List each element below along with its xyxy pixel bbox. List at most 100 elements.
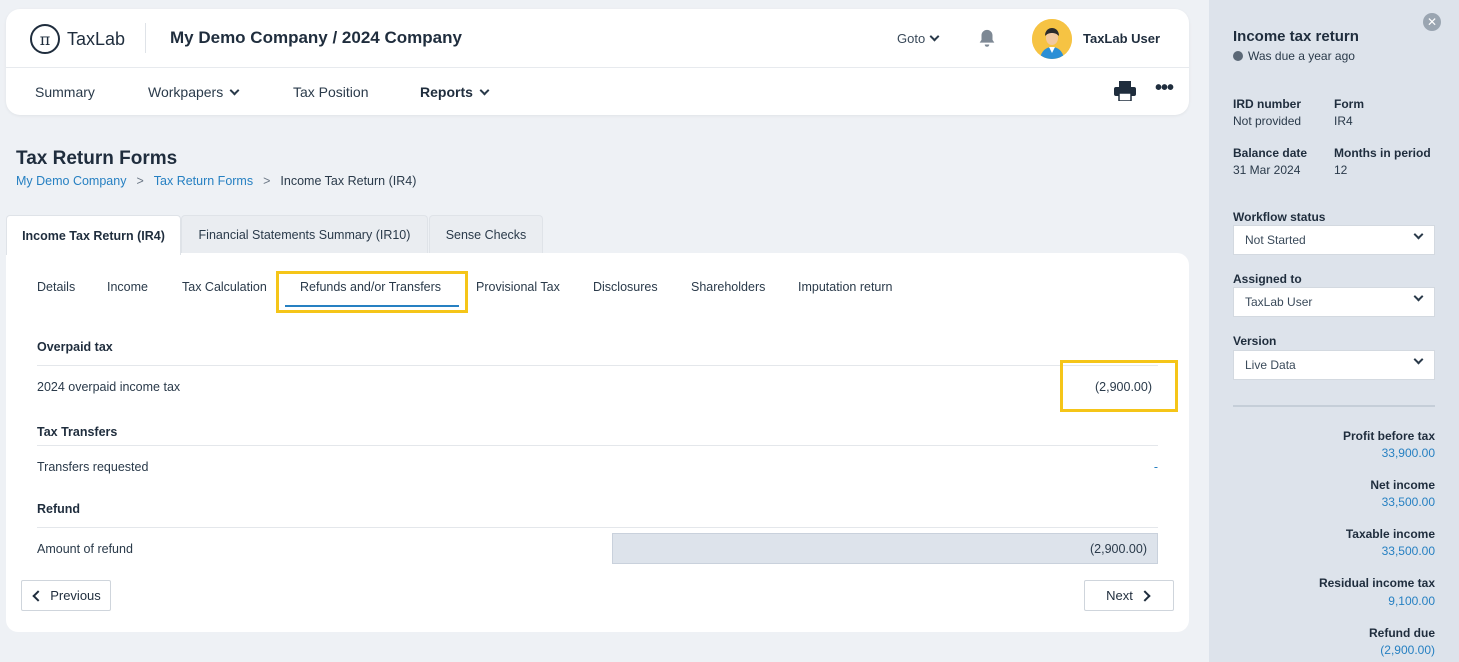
breadcrumb-tax-return-forms[interactable]: Tax Return Forms (154, 174, 253, 188)
tab-financial-statements-summary[interactable]: Financial Statements Summary (IR10) (181, 215, 428, 254)
balance-date-value: 31 Mar 2024 (1233, 163, 1301, 177)
logo-mark-icon: π (30, 24, 60, 54)
workflow-status-label: Workflow status (1233, 210, 1326, 224)
form-label: Form (1334, 97, 1364, 111)
divider (37, 445, 1158, 446)
summary-residual-income-tax-value[interactable]: 9,100.00 (1388, 594, 1435, 608)
overpaid-income-tax-label: 2024 overpaid income tax (37, 380, 181, 394)
subtab-shareholders[interactable]: Shareholders (691, 280, 765, 294)
panel-divider (1233, 405, 1435, 407)
income-tax-return-panel: ✕ Income tax return Was due a year ago I… (1209, 0, 1459, 662)
summary-net-income-label: Net income (1370, 478, 1435, 492)
nav-tax-position[interactable]: Tax Position (293, 84, 368, 100)
summary-net-income-value[interactable]: 33,500.00 (1382, 495, 1435, 509)
due-status-text: Was due a year ago (1248, 49, 1355, 63)
company-title: My Demo Company / 2024 Company (170, 28, 462, 47)
summary-refund-due-label: Refund due (1369, 626, 1435, 640)
due-status: Was due a year ago (1233, 49, 1355, 63)
assigned-to-value: TaxLab User (1245, 295, 1313, 309)
chevron-down-icon (1413, 354, 1424, 365)
summary-residual-income-tax-label: Residual income tax (1318, 576, 1435, 590)
months-in-period-label: Months in period (1334, 146, 1431, 160)
chevron-down-icon (929, 31, 940, 42)
chevron-down-icon (1413, 291, 1424, 302)
divider (37, 365, 1158, 366)
summary-profit-before-tax-value[interactable]: 33,900.00 (1382, 446, 1435, 460)
avatar[interactable] (1032, 19, 1072, 59)
more-options-icon[interactable]: ••• (1155, 78, 1174, 98)
subtab-imputation-return[interactable]: Imputation return (798, 280, 893, 294)
next-button[interactable]: Next (1084, 580, 1174, 611)
version-value: Live Data (1245, 358, 1296, 372)
summary-refund-due-value[interactable]: (2,900.00) (1380, 643, 1435, 657)
breadcrumb-company[interactable]: My Demo Company (16, 174, 126, 188)
transfers-requested-value[interactable]: - (1154, 460, 1158, 474)
close-icon[interactable]: ✕ (1423, 13, 1441, 31)
workflow-status-select[interactable]: Not Started (1233, 225, 1435, 255)
highlight-box-value (1060, 360, 1178, 412)
printer-icon[interactable] (1114, 81, 1136, 101)
nav-tax-position-label: Tax Position (293, 84, 369, 100)
breadcrumb-separator: > (136, 174, 144, 188)
version-label: Version (1233, 334, 1277, 348)
bell-icon[interactable] (976, 28, 998, 50)
user-avatar-icon (1032, 19, 1072, 59)
previous-button-label: Previous (50, 588, 101, 603)
ird-number-value: Not provided (1233, 114, 1302, 128)
panel-title: Income tax return (1233, 28, 1359, 45)
divider (37, 527, 1158, 528)
logo-text: TaxLab (67, 28, 126, 49)
breadcrumb: My Demo Company > Tax Return Forms > Inc… (16, 174, 416, 188)
amount-of-refund-label: Amount of refund (37, 542, 133, 556)
nav-summary-label: Summary (35, 84, 95, 100)
subtab-income[interactable]: Income (107, 280, 148, 294)
version-select[interactable]: Live Data (1233, 350, 1435, 380)
previous-button[interactable]: Previous (21, 580, 111, 611)
next-button-label: Next (1106, 588, 1133, 603)
amount-of-refund-field: (2,900.00) (612, 533, 1158, 564)
nav-reports-label: Reports (420, 84, 473, 100)
section-title-refund: Refund (37, 502, 81, 516)
workflow-status-value: Not Started (1245, 233, 1306, 247)
balance-date-label: Balance date (1233, 146, 1308, 160)
clock-icon (1233, 51, 1243, 61)
subtab-disclosures[interactable]: Disclosures (593, 280, 658, 294)
breadcrumb-separator: > (263, 174, 271, 188)
header-divider (145, 23, 146, 53)
chevron-left-icon (32, 589, 44, 602)
tab-income-tax-return[interactable]: Income Tax Return (IR4) (6, 215, 181, 255)
nav-bar: Summary Workpapers Tax Position Reports … (6, 68, 1189, 115)
months-in-period-value: 12 (1334, 163, 1348, 177)
subtab-provisional-tax[interactable]: Provisional Tax (476, 280, 560, 294)
highlight-box-tab (276, 271, 468, 313)
nav-summary[interactable]: Summary (35, 84, 95, 100)
chevron-down-icon (229, 85, 240, 95)
form-value: IR4 (1334, 114, 1353, 128)
ird-number-label: IRD number (1233, 97, 1302, 111)
nav-reports[interactable]: Reports (420, 84, 490, 100)
breadcrumb-current: Income Tax Return (IR4) (280, 174, 417, 188)
assigned-to-label: Assigned to (1233, 272, 1302, 286)
summary-taxable-income-value[interactable]: 33,500.00 (1382, 544, 1435, 558)
top-bar: π TaxLab My Demo Company / 2024 Company … (6, 9, 1189, 68)
content-card: Details Income Tax Calculation Refunds a… (6, 253, 1189, 632)
chevron-down-icon (1413, 229, 1424, 240)
goto-label: Goto (897, 31, 926, 46)
nav-workpapers[interactable]: Workpapers (148, 84, 240, 100)
section-title-overpaid: Overpaid tax (37, 340, 113, 354)
user-name[interactable]: TaxLab User (1083, 31, 1160, 46)
page-title: Tax Return Forms (16, 148, 178, 169)
taxlab-logo[interactable]: π TaxLab (30, 24, 125, 54)
assigned-to-select[interactable]: TaxLab User (1233, 287, 1435, 317)
tab-sense-checks[interactable]: Sense Checks (429, 215, 543, 254)
subtab-details[interactable]: Details (37, 280, 75, 294)
chevron-right-icon (1139, 589, 1151, 602)
subtab-tax-calculation[interactable]: Tax Calculation (182, 280, 267, 294)
section-title-transfers: Tax Transfers (37, 425, 118, 439)
header-card: π TaxLab My Demo Company / 2024 Company … (6, 9, 1189, 115)
goto-dropdown[interactable]: Goto (897, 31, 940, 46)
chevron-down-icon (479, 85, 490, 95)
transfers-requested-label: Transfers requested (37, 460, 149, 474)
nav-workpapers-label: Workpapers (148, 84, 224, 100)
summary-taxable-income-label: Taxable income (1345, 527, 1435, 541)
